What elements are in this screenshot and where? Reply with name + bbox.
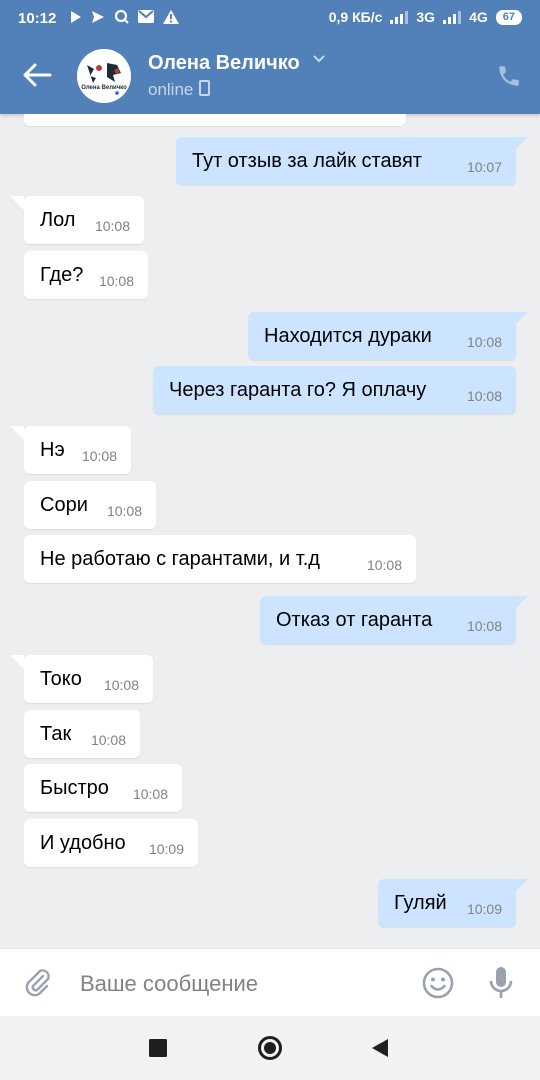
bubble-tail: [514, 879, 528, 893]
bubble-tail: [514, 596, 528, 610]
message-text: Так: [40, 723, 72, 745]
message-text: Нэ: [40, 439, 65, 461]
contact-status: online: [148, 80, 211, 100]
message-text: Гуляй: [394, 892, 447, 914]
message-time: 10:08: [466, 618, 502, 634]
message-text: Быстро: [40, 777, 109, 799]
circle-icon[interactable]: [257, 1035, 283, 1061]
message-in[interactable]: И удобно 10:09: [24, 819, 198, 867]
message-time: 10:09: [466, 901, 502, 917]
message-in[interactable]: Не работаю с гарантами, и т.д 10:08: [24, 535, 416, 583]
message-time: 10:08: [132, 786, 168, 802]
message-text: И удобно: [40, 832, 126, 854]
message-time: 10:08: [94, 218, 130, 234]
search-notification-icon: [114, 9, 129, 24]
chat-header: Олена Величко Олена Величко online: [0, 36, 540, 114]
message-out[interactable]: Тут отзыв за лайк ставят 10:07: [176, 137, 516, 185]
message-in[interactable]: Быстро 10:08: [24, 764, 182, 812]
bubble-tail: [10, 426, 24, 440]
microphone-icon[interactable]: [486, 965, 516, 1001]
status-time: 10:12: [18, 10, 57, 27]
message-text: Через гаранта го? Я оплачу: [169, 379, 427, 401]
triangle-back-icon[interactable]: [371, 1038, 389, 1058]
mail-notification-icon: [138, 10, 154, 23]
message-in[interactable]: Токо 10:08: [24, 655, 153, 703]
notification-icons: [70, 9, 179, 24]
avatar-caption: Олена Величко: [81, 85, 127, 91]
message-in[interactable]: Нэ 10:08: [24, 426, 131, 474]
contact-name[interactable]: Олена Величко: [148, 52, 300, 75]
paperclip-icon[interactable]: [22, 967, 54, 999]
message-in[interactable]: Сори 10:08: [24, 481, 156, 529]
message-in[interactable]: Лол 10:08: [24, 196, 144, 244]
send-notification-icon: [92, 10, 104, 23]
message-text: Сори: [40, 494, 88, 516]
battery-icon: 67: [495, 9, 522, 25]
message-bubble-partial: [24, 114, 406, 126]
chevron-down-icon[interactable]: [312, 54, 326, 64]
warning-notification-icon: [163, 9, 179, 24]
status-text: online: [148, 80, 194, 99]
status-bar: 10:12 0,9 КБ/с 3G 4G 67: [0, 0, 540, 36]
message-time: 10:08: [366, 557, 402, 573]
play-notification-icon: [71, 10, 81, 23]
signal-icon: [390, 10, 409, 24]
network-4g: 4G: [469, 9, 488, 25]
message-out[interactable]: Гуляй 10:09: [378, 879, 516, 927]
message-time: 10:08: [81, 448, 117, 464]
message-text: Где?: [40, 264, 84, 286]
bubble-tail: [514, 312, 528, 326]
message-in[interactable]: Так 10:08: [24, 710, 140, 758]
message-time: 10:09: [148, 841, 184, 857]
phone-icon[interactable]: [496, 63, 522, 89]
message-time: 10:07: [466, 159, 502, 175]
square-icon[interactable]: [149, 1039, 167, 1057]
avatar[interactable]: Олена Величко: [77, 49, 131, 103]
message-text: Токо: [40, 668, 82, 690]
message-time: 10:08: [90, 732, 126, 748]
message-time: 10:08: [103, 677, 139, 693]
avatar-image: Олена Величко: [77, 49, 131, 103]
net-speed: 0,9 КБ/с: [328, 9, 383, 25]
message-text: Отказ от гаранта: [276, 609, 433, 631]
bubble-tail: [10, 196, 24, 210]
message-out[interactable]: Отказ от гаранта 10:08: [260, 596, 516, 644]
message-time: 10:08: [98, 273, 134, 289]
network-3g: 3G: [416, 9, 436, 25]
signal-icon-2: [443, 10, 462, 24]
bubble-tail: [10, 655, 24, 669]
message-text: Лол: [40, 209, 76, 231]
status-right: 0,9 КБ/с 3G 4G 67: [329, 9, 522, 25]
message-text: Не работаю с гарантами, и т.д: [40, 548, 320, 570]
message-time: 10:08: [466, 388, 502, 404]
back-arrow-icon[interactable]: [22, 62, 52, 88]
message-input[interactable]: [78, 959, 402, 1009]
message-out[interactable]: Находится дураки 10:08: [248, 312, 516, 360]
message-in[interactable]: Где? 10:08: [24, 251, 148, 299]
message-time: 10:08: [466, 334, 502, 350]
mobile-icon: [199, 80, 211, 96]
smile-icon[interactable]: [421, 966, 455, 1000]
message-text: Находится дураки: [264, 325, 432, 347]
message-composer: [0, 948, 540, 1017]
message-out[interactable]: Через гаранта го? Я оплачу 10:08: [153, 366, 516, 414]
system-nav-bar: [0, 1016, 540, 1080]
message-time: 10:08: [106, 503, 142, 519]
bubble-tail: [514, 137, 528, 151]
message-text: Тут отзыв за лайк ставят: [192, 150, 422, 172]
message-list[interactable]: Тут отзыв за лайк ставят 10:07 Лол 10:08 Г…: [0, 114, 540, 948]
